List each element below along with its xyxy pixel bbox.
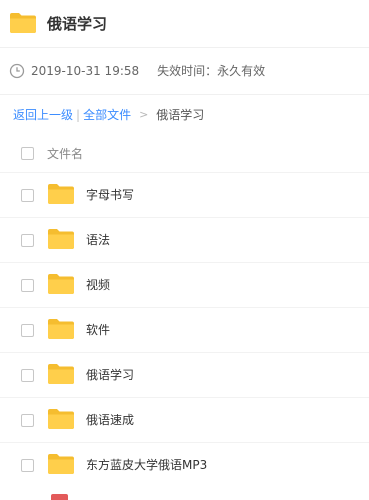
breadcrumb: 返回上一级 | 全部文件 > 俄语学习 <box>13 106 204 124</box>
file-list: 文件名 字母书写语法视频软件俄语学习俄语速成东方蓝皮大学俄语MP3 <box>0 136 369 487</box>
list-header: 文件名 <box>0 136 369 172</box>
clock-icon <box>9 63 25 79</box>
divider <box>0 94 369 95</box>
row-checkbox[interactable] <box>21 414 34 427</box>
breadcrumb-arrow: > <box>139 108 149 121</box>
file-name[interactable]: 软件 <box>86 321 110 339</box>
row-checkbox[interactable] <box>21 324 34 337</box>
page-title: 俄语学习 <box>47 15 108 33</box>
file-icon <box>51 494 68 500</box>
folder-icon <box>48 409 74 429</box>
expire-text: 失效时间：永久有效 <box>157 64 266 78</box>
list-item[interactable]: 字母书写 <box>0 172 369 217</box>
header: 俄语学习 <box>0 0 369 48</box>
list-item[interactable]: 视频 <box>0 262 369 307</box>
list-item[interactable]: 俄语学习 <box>0 352 369 397</box>
folder-icon <box>48 454 74 474</box>
breadcrumb-separator: | <box>76 108 81 122</box>
file-name[interactable]: 语法 <box>86 231 110 249</box>
folder-icon <box>10 13 36 33</box>
row-checkbox[interactable] <box>21 369 34 382</box>
folder-icon <box>48 364 74 384</box>
share-time: 2019-10-31 19:58 <box>31 64 140 78</box>
file-name[interactable]: 俄语学习 <box>86 366 134 384</box>
row-checkbox[interactable] <box>21 459 34 472</box>
breadcrumb-current: 俄语学习 <box>156 108 205 122</box>
back-link[interactable]: 返回上一级 <box>13 106 73 124</box>
folder-icon <box>48 319 74 339</box>
file-name[interactable]: 视频 <box>86 276 110 294</box>
list-item[interactable]: 语法 <box>0 217 369 262</box>
file-name[interactable]: 俄语速成 <box>86 411 134 429</box>
folder-icon <box>48 184 74 204</box>
row-checkbox[interactable] <box>21 234 34 247</box>
row-checkbox[interactable] <box>21 189 34 202</box>
folder-icon <box>48 274 74 294</box>
folder-icon <box>48 229 74 249</box>
row-checkbox[interactable] <box>21 279 34 292</box>
all-files-link[interactable]: 全部文件 <box>83 106 131 124</box>
share-page: 俄语学习 2019-10-31 19:58 失效时间：永久有效 返回上一级 | … <box>0 0 369 500</box>
list-item[interactable]: 俄语速成 <box>0 397 369 442</box>
list-item[interactable]: 软件 <box>0 307 369 352</box>
file-name[interactable]: 字母书写 <box>86 186 134 204</box>
file-name[interactable]: 东方蓝皮大学俄语MP3 <box>86 456 207 474</box>
divider <box>0 47 369 48</box>
column-header-name: 文件名 <box>47 147 84 161</box>
select-all-checkbox[interactable] <box>21 147 34 160</box>
list-item[interactable]: 东方蓝皮大学俄语MP3 <box>0 442 369 487</box>
share-meta: 2019-10-31 19:58 失效时间：永久有效 <box>9 62 265 80</box>
